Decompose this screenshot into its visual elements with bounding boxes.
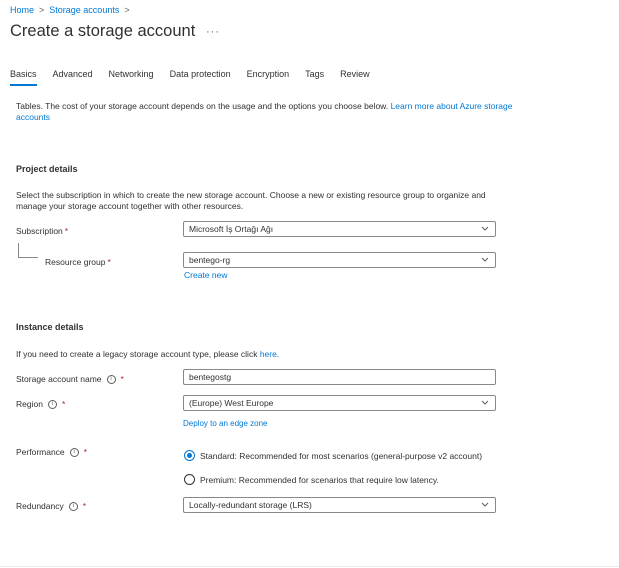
info-icon[interactable]: i — [47, 399, 57, 409]
tab-basics[interactable]: Basics — [10, 69, 37, 86]
breadcrumb: Home > Storage accounts > — [10, 5, 130, 15]
page-title: Create a storage account — [10, 22, 196, 40]
resource-group-label-text: Resource group — [45, 257, 106, 267]
legacy-text: If you need to create a legacy storage a… — [16, 349, 516, 360]
tree-connector-horizontal — [18, 257, 38, 258]
redundancy-dropdown[interactable]: Locally-redundant storage (LRS) — [183, 497, 496, 513]
resource-group-label: Resource group * — [45, 257, 111, 267]
legacy-period: . — [276, 349, 280, 359]
resource-group-dropdown[interactable]: bentego-rg — [183, 252, 496, 268]
intro-description: Tables. The cost of your storage account… — [16, 101, 391, 111]
chevron-down-icon — [481, 400, 489, 405]
subscription-label: Subscription * — [16, 226, 68, 236]
required-mark: * — [120, 374, 124, 384]
intro-text: Tables. The cost of your storage account… — [16, 101, 516, 123]
chevron-down-icon — [481, 257, 489, 262]
storage-account-name-label: Storage account name i * — [16, 374, 124, 384]
performance-label-text: Performance — [16, 447, 65, 457]
redundancy-label: Redundancy i * — [16, 501, 86, 511]
info-icon[interactable]: i — [68, 501, 78, 511]
tab-review[interactable]: Review — [340, 69, 370, 86]
storage-account-name-value: bentegostg — [189, 372, 232, 382]
info-icon[interactable]: i — [69, 447, 79, 457]
performance-premium-option[interactable]: Premium: Recommended for scenarios that … — [184, 474, 439, 485]
performance-label: Performance i * — [16, 447, 87, 457]
resource-group-value: bentego-rg — [189, 255, 231, 265]
performance-standard-option[interactable]: Standard: Recommended for most scenarios… — [184, 450, 482, 461]
more-options-icon[interactable]: ··· — [206, 26, 220, 38]
region-label-text: Region — [16, 399, 43, 409]
project-details-heading: Project details — [16, 164, 78, 174]
chevron-down-icon — [481, 502, 489, 507]
chevron-right-icon: > — [39, 5, 45, 15]
deploy-edge-zone-link[interactable]: Deploy to an edge zone — [183, 419, 268, 428]
region-value: (Europe) West Europe — [189, 398, 274, 408]
radio-unselected-icon[interactable] — [184, 474, 195, 485]
required-mark: * — [61, 399, 66, 409]
storage-account-name-label-text: Storage account name — [16, 374, 102, 384]
subscription-dropdown[interactable]: Microsoft İş Ortağı Ağı — [183, 221, 496, 237]
required-mark: * — [107, 257, 111, 267]
breadcrumb-home[interactable]: Home — [10, 5, 34, 15]
tab-data-protection[interactable]: Data protection — [170, 69, 231, 86]
region-dropdown[interactable]: (Europe) West Europe — [183, 395, 496, 411]
chevron-down-icon — [481, 226, 489, 231]
footer-divider — [0, 566, 619, 567]
tree-connector-vertical — [18, 243, 19, 257]
tab-bar: Basics Advanced Networking Data protecti… — [10, 69, 386, 86]
tab-advanced[interactable]: Advanced — [53, 69, 93, 86]
redundancy-label-text: Redundancy — [16, 501, 64, 511]
instance-details-heading: Instance details — [16, 322, 84, 332]
required-mark: * — [82, 501, 87, 511]
chevron-right-icon: > — [124, 5, 130, 15]
radio-selected-icon[interactable] — [184, 450, 195, 461]
info-icon[interactable]: i — [106, 374, 116, 384]
redundancy-value: Locally-redundant storage (LRS) — [189, 500, 312, 510]
legacy-description: If you need to create a legacy storage a… — [16, 349, 260, 359]
required-mark: * — [64, 226, 69, 236]
performance-standard-label: Standard: Recommended for most scenarios… — [200, 450, 483, 461]
create-new-link[interactable]: Create new — [184, 270, 227, 280]
tab-tags[interactable]: Tags — [305, 69, 324, 86]
subscription-value: Microsoft İş Ortağı Ağı — [189, 224, 274, 234]
performance-premium-label: Premium: Recommended for scenarios that … — [200, 474, 439, 485]
tab-encryption[interactable]: Encryption — [247, 69, 290, 86]
subscription-label-text: Subscription — [16, 226, 63, 236]
storage-account-name-input[interactable]: bentegostg — [183, 369, 496, 385]
required-mark: * — [83, 447, 87, 457]
breadcrumb-storage-accounts[interactable]: Storage accounts — [49, 5, 119, 15]
region-label: Region i * — [16, 399, 65, 409]
project-details-description: Select the subscription in which to crea… — [16, 190, 486, 211]
legacy-here-link[interactable]: here — [260, 349, 277, 359]
tab-networking[interactable]: Networking — [109, 69, 154, 86]
